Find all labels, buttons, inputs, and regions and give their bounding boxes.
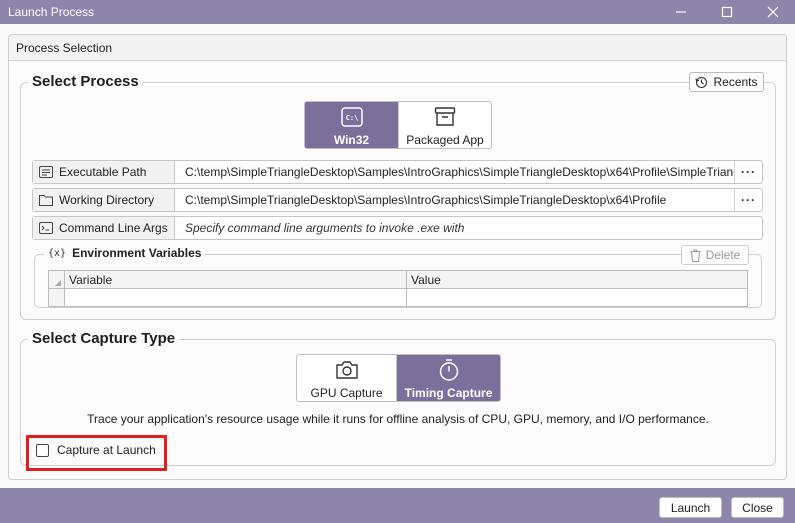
close-icon xyxy=(767,6,779,18)
new-row-variable-cell[interactable] xyxy=(65,289,407,306)
executable-path-label: Executable Path xyxy=(59,165,147,179)
launch-button[interactable]: Launch xyxy=(659,497,722,518)
gpu-capture-toggle[interactable]: GPU Capture xyxy=(297,355,398,401)
executable-path-row: Executable Path C:\temp\SimpleTriangleDe… xyxy=(32,160,763,184)
stopwatch-icon xyxy=(439,358,458,381)
value-column-header[interactable]: Value xyxy=(407,271,747,289)
capture-type-title: Select Capture Type xyxy=(28,330,180,347)
variable-column-header[interactable]: Variable xyxy=(65,271,407,289)
timing-capture-label: Timing Capture xyxy=(404,385,493,400)
window-title: Launch Process xyxy=(8,5,95,19)
maximize-button[interactable] xyxy=(704,0,750,24)
terminal-icon xyxy=(39,222,53,234)
select-process-title: Select Process xyxy=(28,73,143,90)
win32-label: Win32 xyxy=(333,132,370,147)
gpu-capture-label: GPU Capture xyxy=(310,385,383,400)
minimize-button[interactable] xyxy=(658,0,704,24)
executable-browse-button[interactable]: ··· xyxy=(734,161,762,183)
working-directory-input[interactable]: C:\temp\SimpleTriangleDesktop\Samples\In… xyxy=(175,189,734,211)
timing-capture-toggle[interactable]: Timing Capture xyxy=(397,355,500,401)
svg-text:C:\: C:\ xyxy=(345,114,358,122)
win32-toggle[interactable]: C:\ Win32 xyxy=(305,102,398,148)
console-icon: C:\ xyxy=(340,106,363,127)
row-selector-header xyxy=(49,271,65,289)
package-icon xyxy=(434,106,456,126)
command-line-args-row: Command Line Args Specify command line a… xyxy=(32,216,763,240)
capture-type-toggle: GPU Capture Timing Capture xyxy=(296,354,501,402)
command-line-args-input[interactable]: Specify command line arguments to invoke… xyxy=(175,217,762,239)
delete-button[interactable]: Delete xyxy=(681,245,749,265)
title-bar: Launch Process xyxy=(0,0,795,24)
process-type-toggle: C:\ Win32 Packaged App xyxy=(304,101,492,149)
working-directory-browse-button[interactable]: ··· xyxy=(734,189,762,211)
history-icon xyxy=(695,76,708,88)
minimize-icon xyxy=(676,11,686,13)
executable-path-input[interactable]: C:\temp\SimpleTriangleDesktop\Samples\In… xyxy=(175,161,734,183)
maximize-icon xyxy=(721,6,733,18)
dialog-footer: Launch Close xyxy=(0,488,795,523)
select-all-corner-icon xyxy=(55,279,61,286)
environment-variables-table: Variable Value xyxy=(48,270,748,307)
command-line-args-label: Command Line Args xyxy=(59,221,168,235)
variable-icon: {x} xyxy=(48,247,67,259)
variable-column-label: Variable xyxy=(69,272,113,287)
camera-icon xyxy=(335,360,358,379)
working-directory-row: Working Directory C:\temp\SimpleTriangle… xyxy=(32,188,763,212)
new-row-value-cell[interactable] xyxy=(407,289,747,306)
launch-label: Launch xyxy=(670,500,711,515)
environment-variables-header: {x} Environment Variables xyxy=(44,246,206,260)
process-selection-title: Process Selection xyxy=(16,41,113,55)
new-row-selector[interactable] xyxy=(49,289,65,306)
recents-label: Recents xyxy=(713,75,758,89)
close-label: Close xyxy=(742,500,773,515)
recents-button[interactable]: Recents xyxy=(689,72,764,92)
capture-description: Trace your application's resource usage … xyxy=(87,412,709,426)
working-directory-label-box: Working Directory xyxy=(33,189,175,211)
close-window-button[interactable] xyxy=(750,0,795,24)
command-line-args-label-box: Command Line Args xyxy=(33,217,175,239)
delete-label: Delete xyxy=(705,248,741,262)
working-directory-label: Working Directory xyxy=(59,193,155,207)
process-selection-header: Process Selection xyxy=(9,35,786,61)
trash-icon xyxy=(690,249,701,262)
value-column-label: Value xyxy=(411,272,441,287)
executable-icon xyxy=(39,166,53,178)
packaged-app-label: Packaged App xyxy=(406,132,484,147)
environment-variables-title: Environment Variables xyxy=(72,246,202,260)
close-button[interactable]: Close xyxy=(731,497,784,518)
highlight-box xyxy=(26,435,167,471)
executable-path-label-box: Executable Path xyxy=(33,161,175,183)
folder-icon xyxy=(39,195,53,206)
packaged-app-toggle[interactable]: Packaged App xyxy=(398,102,491,148)
